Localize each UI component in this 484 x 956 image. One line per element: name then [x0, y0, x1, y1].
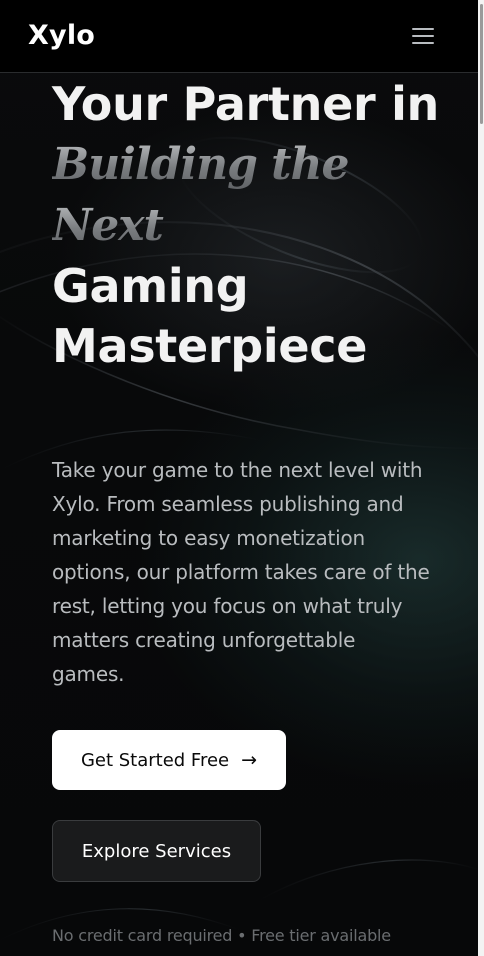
footnote: No credit card required • Free tier avai… — [52, 926, 391, 945]
scrollbar[interactable] — [478, 0, 484, 956]
heading-script-line-1: Building the — [52, 134, 452, 195]
menu-bar — [412, 35, 434, 37]
get-started-label: Get Started Free — [80, 749, 230, 771]
heading-line-4: Masterpiece — [52, 319, 368, 373]
get-started-button[interactable]: Get Started Free → — [52, 730, 286, 790]
menu-bar — [412, 42, 434, 44]
hero-description: Take your game to the next level with Xy… — [52, 458, 430, 686]
explore-services-button[interactable]: Explore Services — [52, 820, 261, 882]
heading-line-3: Gaming — [52, 259, 249, 313]
logo[interactable]: Xylo — [28, 20, 95, 51]
heading-line-1: Your Partner in — [52, 77, 439, 131]
heading-script-line-2: Next — [52, 195, 452, 256]
arrow-right-icon: → — [241, 749, 258, 771]
scrollbar-thumb[interactable] — [480, 4, 483, 124]
page: Xylo Your Partner in Building the Next G… — [0, 0, 478, 956]
explore-services-label: Explore Services — [81, 840, 232, 862]
top-navbar: Xylo — [0, 0, 478, 73]
hamburger-menu-icon[interactable] — [408, 24, 438, 50]
menu-bar — [412, 28, 434, 30]
hero-heading: Your Partner in Building the Next Gaming… — [52, 72, 452, 376]
